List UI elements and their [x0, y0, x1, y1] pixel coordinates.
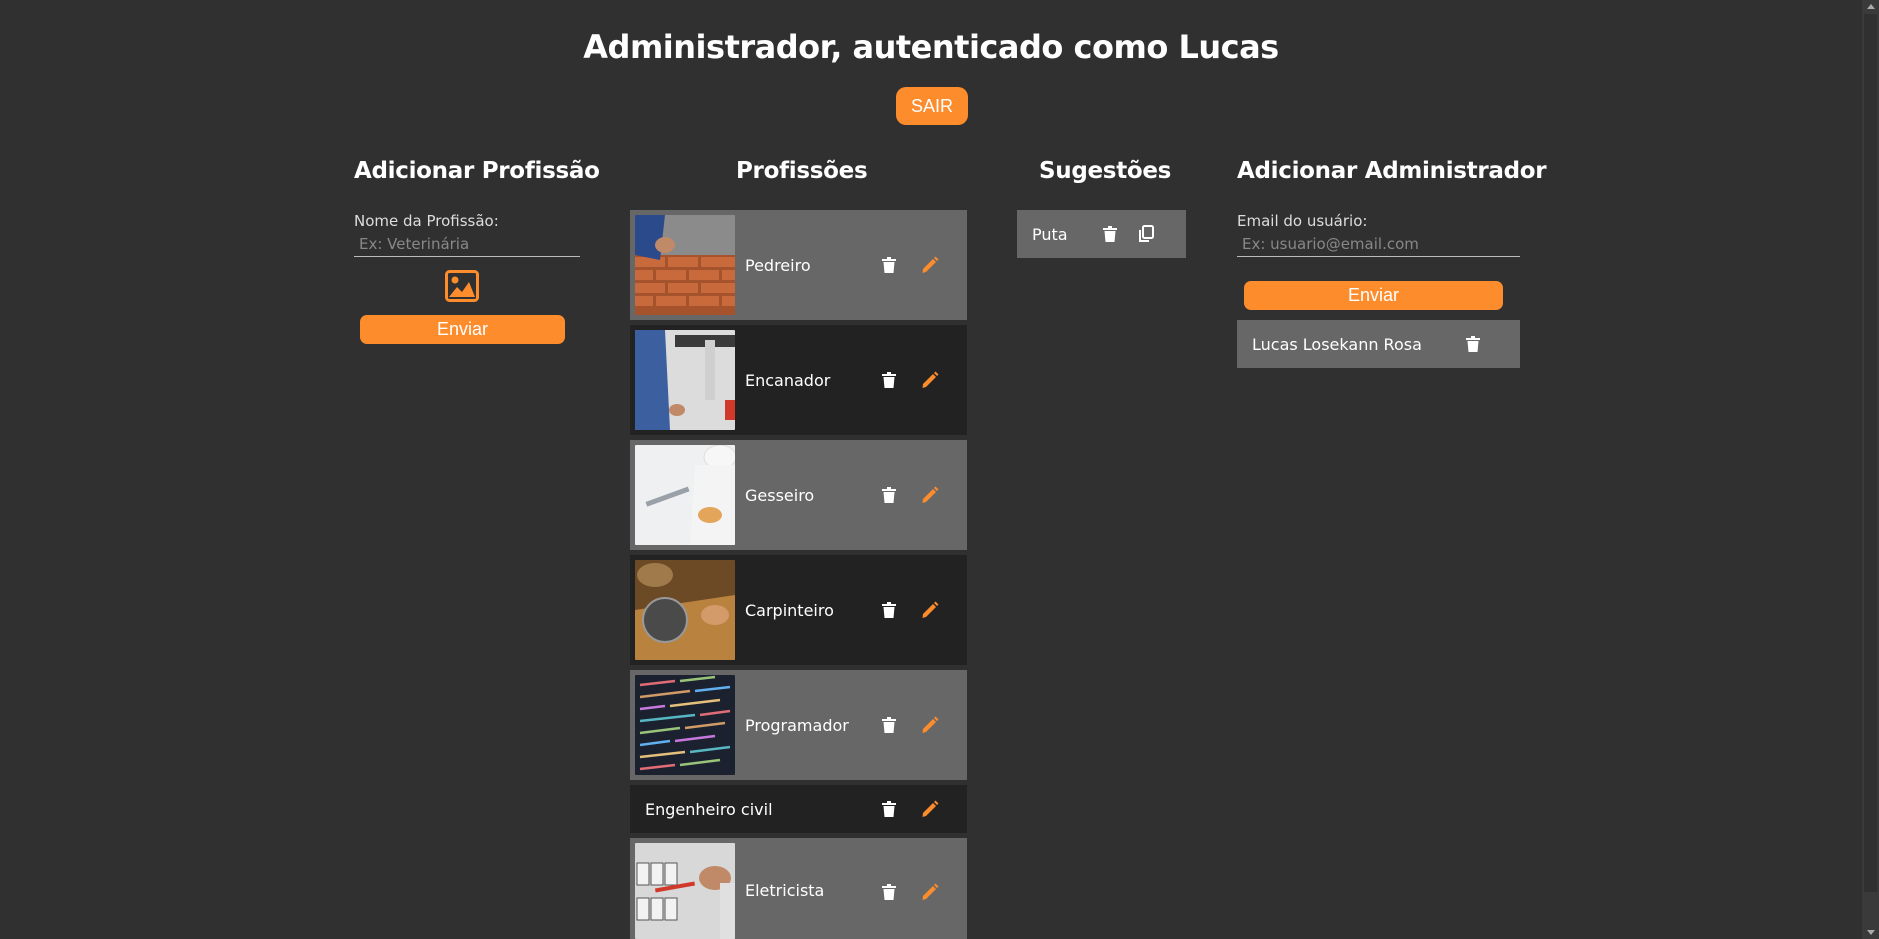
- profession-row-eletricista: Eletricista: [630, 838, 967, 939]
- carpenter-photo: [635, 560, 735, 660]
- scroll-up-arrow-icon[interactable]: [1867, 4, 1875, 9]
- admin-email-input[interactable]: [1237, 231, 1520, 257]
- image-upload-icon[interactable]: [445, 270, 479, 302]
- add-admin-submit-button[interactable]: Enviar: [1244, 281, 1503, 310]
- plasterer-photo: [635, 445, 735, 545]
- profession-name-input[interactable]: [354, 231, 580, 257]
- trash-icon[interactable]: [878, 254, 900, 276]
- plumber-photo: [635, 330, 735, 430]
- add-admin-title: Adicionar Administrador: [1237, 158, 1547, 184]
- profession-row-carpinteiro: Carpinteiro: [630, 555, 967, 665]
- scrollbar-thumb[interactable]: [1864, 14, 1877, 892]
- trash-icon[interactable]: [878, 714, 900, 736]
- add-profession-title: Adicionar Profissão: [354, 158, 600, 184]
- scroll-down-arrow-icon[interactable]: [1867, 930, 1875, 935]
- profession-row-gesseiro: Gesseiro: [630, 440, 967, 550]
- professions-title: Profissões: [736, 158, 868, 184]
- programmer-photo: [635, 675, 735, 775]
- trash-icon[interactable]: [1462, 333, 1484, 355]
- page-title: Administrador, autenticado como Lucas: [583, 28, 1279, 66]
- profession-row-pedreiro: Pedreiro: [630, 210, 967, 320]
- admin-name: Lucas Losekann Rosa: [1252, 334, 1422, 354]
- add-profession-submit-button[interactable]: Enviar: [360, 315, 565, 344]
- trash-icon[interactable]: [1099, 223, 1121, 245]
- bricklayer-photo: [635, 215, 735, 315]
- trash-icon[interactable]: [878, 798, 900, 820]
- suggestions-title: Sugestões: [1039, 158, 1172, 184]
- trash-icon[interactable]: [878, 881, 900, 903]
- trash-icon[interactable]: [878, 484, 900, 506]
- pencil-icon[interactable]: [919, 484, 941, 506]
- admin-email-label: Email do usuário:: [1237, 212, 1368, 230]
- pencil-icon[interactable]: [919, 798, 941, 820]
- admin-list-item: Lucas Losekann Rosa: [1237, 320, 1520, 368]
- profession-row-encanador: Encanador: [630, 325, 967, 435]
- trash-icon[interactable]: [878, 369, 900, 391]
- logout-button[interactable]: SAIR: [896, 87, 968, 125]
- profession-row-engenheiro-civil: Engenheiro civil: [630, 785, 967, 833]
- profession-name-label: Nome da Profissão:: [354, 212, 499, 230]
- pencil-icon[interactable]: [919, 254, 941, 276]
- pencil-icon[interactable]: [919, 599, 941, 621]
- suggestion-label: Puta: [1032, 224, 1068, 244]
- pencil-icon[interactable]: [919, 369, 941, 391]
- pencil-icon[interactable]: [919, 714, 941, 736]
- trash-icon[interactable]: [878, 599, 900, 621]
- electrician-photo: [635, 843, 735, 939]
- pencil-icon[interactable]: [919, 881, 941, 903]
- profession-row-programador: Programador: [630, 670, 967, 780]
- suggestion-item: Puta: [1017, 210, 1186, 258]
- copy-icon[interactable]: [1135, 223, 1157, 245]
- vertical-scrollbar[interactable]: [1862, 0, 1879, 939]
